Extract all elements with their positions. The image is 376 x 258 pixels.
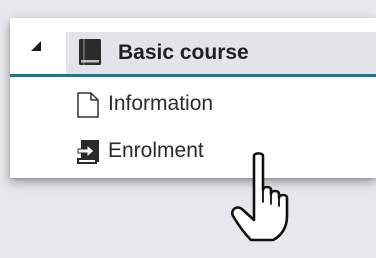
document-icon (77, 92, 99, 118)
course-item-basic-course[interactable]: Basic course (66, 32, 376, 74)
nav-item-label: Information (108, 92, 214, 115)
course-navigation-panel: Basic course Information Enrolment (10, 18, 376, 178)
nav-item-information[interactable]: Information (68, 89, 368, 121)
triangle-expanded-icon[interactable] (30, 40, 42, 52)
nav-item-enrolment[interactable]: Enrolment (68, 136, 368, 168)
course-row: Basic course (10, 18, 376, 74)
hand-pointer-icon (231, 152, 289, 242)
nav-item-label: Enrolment (108, 139, 204, 162)
course-title: Basic course (118, 41, 249, 64)
accent-divider (10, 74, 376, 77)
enrolment-icon (77, 140, 99, 164)
book-icon (79, 39, 101, 65)
